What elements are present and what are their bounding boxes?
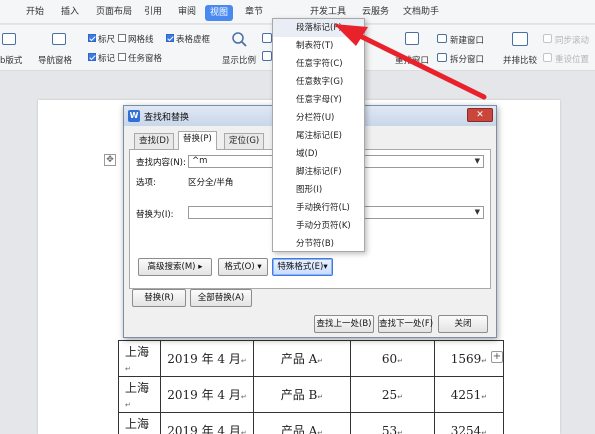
multi-page-icon[interactable] <box>262 51 272 61</box>
table-row: 上海↵ 2019 年 4 月↵ 产品 A↵ 60↵ 1569↵ <box>118 340 504 377</box>
page-view-label[interactable]: b版式 <box>0 54 22 66</box>
menu-home[interactable]: 开始 <box>26 0 44 24</box>
tab-replace[interactable]: 替换(P) <box>178 131 217 150</box>
menu-item-field[interactable]: 域(D) <box>273 145 364 163</box>
new-window-label[interactable]: 新建窗口 <box>450 34 484 46</box>
gridlines-checkbox[interactable] <box>118 34 126 42</box>
ruler-checkbox[interactable] <box>88 34 96 42</box>
table-border-label: 表格虚框 <box>176 35 211 45</box>
menu-review[interactable]: 审阅 <box>178 0 196 24</box>
arrange-windows-icon[interactable] <box>405 32 419 45</box>
menu-item-section-break[interactable]: 分节符(B) <box>273 235 364 253</box>
menu-item-manual-page-break[interactable]: 手动分页符(K) <box>273 217 364 235</box>
side-by-side-icon[interactable] <box>512 32 528 46</box>
close-icon[interactable]: ✕ <box>467 108 493 122</box>
special-format-button[interactable]: 特殊格式(E)▾ <box>272 258 333 276</box>
sync-scroll-icon <box>543 34 552 43</box>
find-next-button[interactable]: 查找下一处(F) <box>378 315 433 333</box>
special-format-menu: 段落标记(P) 制表符(T) 任意字符(C) 任意数字(G) 任意字母(Y) 分… <box>272 18 365 252</box>
task-pane-checkbox[interactable] <box>118 53 126 61</box>
menu-item-graphic[interactable]: 图形(I) <box>273 181 364 199</box>
marks-label: 标记 <box>98 54 116 64</box>
table-cell[interactable]: 上海↵ <box>118 376 161 413</box>
table-cell[interactable]: 上海↵ <box>118 412 161 434</box>
replace-with-label: 替换为(I): <box>136 210 174 220</box>
format-button[interactable]: 格式(O) ▾ <box>218 258 268 276</box>
menu-item-paragraph-mark[interactable]: 段落标记(P) <box>273 19 364 37</box>
table-cell[interactable]: 2019 年 4 月↵ <box>160 412 254 434</box>
table-cell[interactable]: 60↵ <box>350 340 435 377</box>
marks-checkbox[interactable] <box>88 53 96 61</box>
table-cell[interactable]: 53↵ <box>350 412 435 434</box>
menu-item-endnote-mark[interactable]: 尾注标记(E) <box>273 127 364 145</box>
arrange-windows-label[interactable]: 重排窗口 <box>395 54 429 66</box>
table-move-handle-icon[interactable]: ✥ <box>104 154 116 166</box>
table-cell[interactable]: 上海↵ <box>118 340 161 377</box>
page-view-icon[interactable] <box>2 33 16 45</box>
split-window-label[interactable]: 拆分窗口 <box>450 53 484 65</box>
menu-chapter[interactable]: 章节 <box>245 0 263 24</box>
table-cell[interactable]: 产品 A↵ <box>253 412 351 434</box>
tab-goto[interactable]: 定位(G) <box>224 133 265 149</box>
replace-all-button[interactable]: 全部替换(A) <box>190 289 252 307</box>
table-cell[interactable]: 产品 A↵ <box>253 340 351 377</box>
chevron-down-icon[interactable]: ▼ <box>475 207 480 218</box>
replace-button[interactable]: 替换(R) <box>132 289 186 307</box>
menu-cloud[interactable]: 云服务 <box>362 0 389 24</box>
menu-item-any-char[interactable]: 任意字符(C) <box>273 55 364 73</box>
table-row: 上海↵ 2019 年 4 月↵ 产品 A↵ 53↵ 3254↵ <box>118 412 504 434</box>
nav-pane-icon[interactable] <box>52 33 66 45</box>
menu-insert[interactable]: 插入 <box>61 0 79 24</box>
menu-item-manual-line-break[interactable]: 手动换行符(L) <box>273 199 364 217</box>
ruler-label: 标尺 <box>98 35 116 45</box>
table-cell[interactable]: 产品 B↵ <box>253 376 351 413</box>
dialog-title: 查找和替换 <box>144 113 190 123</box>
split-window-icon[interactable] <box>437 53 447 62</box>
zoom-icon[interactable] <box>231 31 247 47</box>
task-pane-label: 任务窗格 <box>128 54 163 64</box>
find-previous-button[interactable]: 查找上一处(B) <box>314 315 374 333</box>
menu-view[interactable]: 视图 <box>205 5 234 21</box>
data-table: 上海↵ 2019 年 4 月↵ 产品 A↵ 60↵ 1569↵ 上海↵ 2019… <box>118 340 504 434</box>
advanced-search-button[interactable]: 高级搜索(M) ▸ <box>138 258 212 276</box>
menu-doc-assistant[interactable]: 文档助手 <box>403 0 439 24</box>
options-label: 选项: <box>136 178 156 188</box>
display-scale-label[interactable]: 显示比例 <box>222 54 256 66</box>
nav-pane-label[interactable]: 导航窗格 <box>38 54 72 66</box>
new-window-icon[interactable] <box>437 34 447 43</box>
find-what-label: 查找内容(N): <box>136 158 186 168</box>
menu-item-column-break[interactable]: 分栏符(U) <box>273 109 364 127</box>
tab-find[interactable]: 查找(D) <box>134 133 175 149</box>
one-page-icon[interactable] <box>262 33 272 43</box>
menu-references[interactable]: 引用 <box>144 0 162 24</box>
menu-page-layout[interactable]: 页面布局 <box>96 0 132 24</box>
wps-logo-icon: W <box>128 110 140 122</box>
table-row: 上海↵ 2019 年 4 月↵ 产品 B↵ 25↵ 4251↵ <box>118 376 504 413</box>
menu-item-footnote-mark[interactable]: 脚注标记(F) <box>273 163 364 181</box>
table-cell[interactable]: 25↵ <box>350 376 435 413</box>
table-cell[interactable]: 2019 年 4 月↵ <box>160 340 254 377</box>
table-cell[interactable]: 3254↵ <box>434 412 504 434</box>
table-cell[interactable]: 2019 年 4 月↵ <box>160 376 254 413</box>
gridlines-label: 网格线 <box>128 35 154 45</box>
side-by-side-label[interactable]: 并排比较 <box>503 54 537 66</box>
table-cell[interactable]: 4251↵ <box>434 376 504 413</box>
close-button[interactable]: 关闭 <box>438 315 488 333</box>
table-border-checkbox[interactable] <box>166 34 174 42</box>
chevron-down-icon[interactable]: ▼ <box>475 156 480 167</box>
reset-position-icon <box>543 53 552 62</box>
sync-scroll-label: 同步滚动 <box>555 36 590 46</box>
menu-item-any-letter[interactable]: 任意字母(Y) <box>273 91 364 109</box>
reset-position-label: 重设位置 <box>555 55 590 65</box>
menu-item-tab[interactable]: 制表符(T) <box>273 37 364 55</box>
menu-item-any-digit[interactable]: 任意数字(G) <box>273 73 364 91</box>
add-column-icon[interactable]: + <box>491 351 503 363</box>
options-value: 区分全/半角 <box>188 178 234 188</box>
